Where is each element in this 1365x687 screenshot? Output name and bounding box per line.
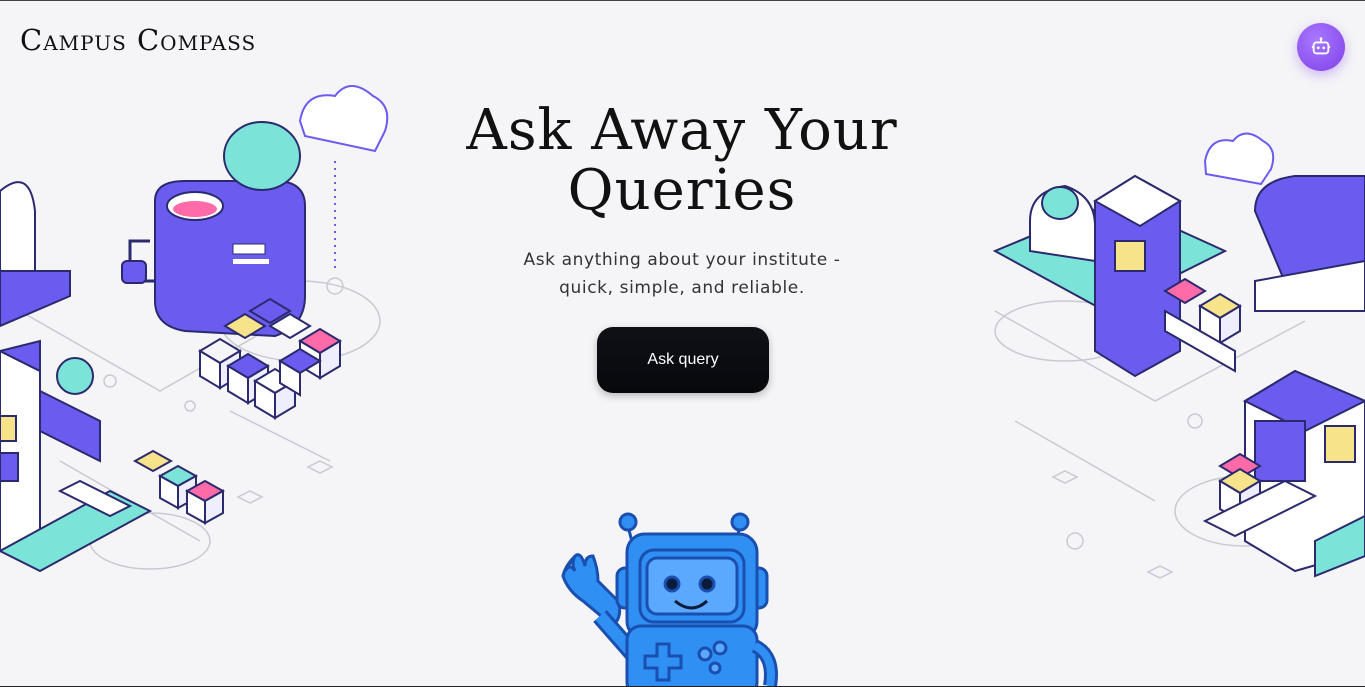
page: Campus Compass Ask Away Your Queries Ask… [0,0,1365,687]
chatbot-button[interactable] [1297,23,1345,71]
robot-mascot [561,512,778,686]
hero-subtitle: Ask anything about your institute - quic… [482,246,882,302]
hero-subtitle-line-1: Ask anything about your institute - [523,250,841,270]
robot-icon [1311,37,1331,55]
cloud-icon [1203,132,1275,186]
hero-subtitle-line-2: quick, simple, and reliable. [559,278,805,298]
right-isometric-illustration [992,132,1365,579]
cloud-icon [298,85,389,271]
left-building [0,181,153,573]
left-isometric-illustration [0,85,389,573]
right-machine [992,174,1365,378]
ask-query-button[interactable]: Ask query [597,327,769,393]
brand-logo[interactable]: Campus Compass [20,23,256,57]
hero-title: Ask Away Your Queries [466,98,898,223]
